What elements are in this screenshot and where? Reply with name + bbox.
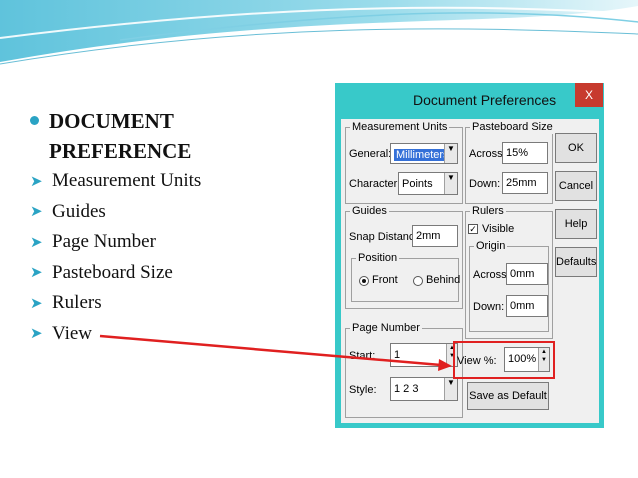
dialog-title: Document Preferences [413,92,557,108]
style-label: Style: [349,384,377,396]
start-label: Start: [349,350,376,362]
behind-label: Behind [426,274,461,286]
ruler-origin-group: Origin Across: 0mm Down: 0mm [469,239,549,332]
origin-across-input[interactable]: 0mm [506,263,548,285]
guides-group: Guides Snap Distance: 2mm Position Front… [345,204,463,309]
start-page-stepper[interactable]: 1 ▲ ▼ [390,343,458,367]
position-group-label: Position [356,251,400,265]
view-highlight-box [453,341,555,379]
arrow-bullet-icon: ➤ [30,234,43,251]
snap-distance-input[interactable]: 2mm [412,225,458,247]
page-number-group: Page Number Start: 1 ▲ ▼ Style: 1 2 3 ▼ [345,321,463,418]
pasteboard-across-label: Across: [469,148,506,160]
ok-button[interactable]: OK [555,133,597,163]
origin-down-label: Down: [473,301,505,313]
arrow-bullet-icon: ➤ [30,265,43,282]
pasteboard-down-label: Down: [469,178,501,190]
general-units-value: Millimeters [394,149,451,161]
chevron-down-icon[interactable]: ▼ [444,378,457,400]
bullet-item: ➤ Pasteboard Size [30,261,173,283]
bullet-item: ➤ View [30,322,93,344]
general-label: General: [349,148,392,160]
visible-checkbox[interactable]: ✓ [468,224,478,234]
pasteboard-size-group: Pasteboard Size Across: 15% Down: 25mm [465,120,555,204]
bullet-dot-icon [30,116,39,125]
cancel-button[interactable]: Cancel [555,171,597,201]
pasteboard-down-input[interactable]: 25mm [502,172,548,194]
front-radio[interactable] [359,276,369,286]
visible-label: Visible [482,223,515,235]
bullet-item: ➤ Guides [30,200,106,222]
guides-position-group: Position Front Behind [351,251,461,302]
arrow-bullet-icon: ➤ [30,173,43,190]
start-page-value: 1 [394,349,401,361]
origin-group-label: Origin [474,239,508,253]
save-as-default-button[interactable]: Save as Default [467,382,549,410]
heading-line-2: PREFERENCE [49,139,192,163]
page-number-style-value: 1 2 3 [394,383,419,395]
bullet-item: ➤ Rulers [30,292,102,314]
character-units-value: Points [402,178,433,190]
general-units-select[interactable]: Millimeters ▼ [390,143,458,164]
measurement-units-group-label: Measurement Units [350,120,450,134]
page-number-group-label: Page Number [350,321,422,335]
dialog-titlebar[interactable]: Document Preferences X [335,83,604,119]
header-wave-decoration [0,0,638,65]
bullet-item: ➤ Measurement Units [30,170,202,192]
pasteboard-size-group-label: Pasteboard Size [470,120,555,134]
page-number-style-select[interactable]: 1 2 3 ▼ [390,377,458,401]
arrow-bullet-icon: ➤ [30,204,43,221]
close-button[interactable]: X [575,83,603,107]
measurement-units-group: Measurement Units General: Millimeters ▼… [345,120,463,204]
bullet-item: ➤ Page Number [30,231,156,253]
defaults-button[interactable]: Defaults [555,247,597,277]
origin-across-label: Across: [473,269,510,281]
character-label: Character: [349,178,401,190]
rulers-group: Rulers ✓ Visible Origin Across: 0mm Down… [465,204,553,339]
front-label: Front [372,274,398,286]
behind-radio[interactable] [413,276,423,286]
pasteboard-across-input[interactable]: 15% [502,142,548,164]
heading-line-1: DOCUMENT [49,109,174,133]
arrow-bullet-icon: ➤ [30,295,43,312]
help-button[interactable]: Help [555,209,597,239]
guides-group-label: Guides [350,204,389,218]
rulers-group-label: Rulers [470,204,506,218]
origin-down-input[interactable]: 0mm [506,295,548,317]
character-units-select[interactable]: Points ▼ [398,172,458,195]
chevron-down-icon[interactable]: ▼ [444,173,457,194]
slide-bullet-list: DOCUMENT PREFERENCE ➤ Measurement Units ➤… [30,106,201,349]
chevron-down-icon[interactable]: ▼ [444,144,457,163]
bullet-heading: DOCUMENT PREFERENCE [30,106,201,166]
arrow-bullet-icon: ➤ [30,326,43,343]
